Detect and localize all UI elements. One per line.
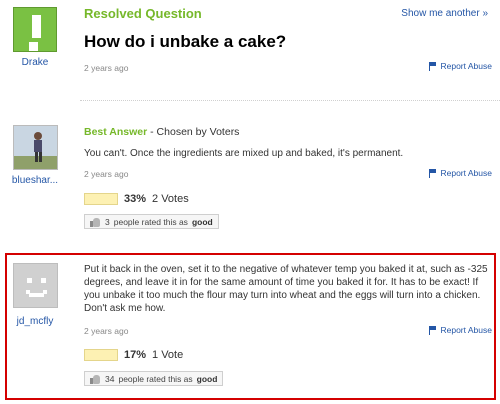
answer-rating[interactable]: 34 people rated this as good	[84, 371, 224, 386]
best-answer-header: Best Answer - Chosen by Voters	[84, 126, 239, 138]
exclamation-icon	[29, 15, 41, 51]
best-answer-label: Best Answer	[84, 126, 148, 138]
answerer-name[interactable]: blueshar...	[2, 175, 68, 186]
vote-percentage-bar	[84, 349, 118, 361]
best-answer-text: You can't. Once the ingredients are mixe…	[84, 148, 404, 159]
chosen-by-label: - Chosen by Voters	[150, 126, 240, 138]
person-photo-icon	[14, 126, 57, 169]
question-time: 2 years ago	[84, 63, 129, 73]
best-answer-rating[interactable]: 3 people rated this as good	[84, 214, 219, 229]
question-report-abuse[interactable]: Report Abuse	[429, 61, 492, 71]
resolved-question-label: Resolved Question	[84, 6, 202, 21]
answer-time: 2 years ago	[84, 326, 129, 336]
asker-name[interactable]: Drake	[2, 57, 68, 68]
vote-count: 2 Votes	[152, 193, 189, 205]
flag-icon	[429, 325, 437, 335]
vote-count: 1 Vote	[152, 349, 184, 361]
answer-votes: 17% 1 Vote	[84, 349, 183, 361]
best-answer-votes: 33% 2 Votes	[84, 193, 189, 205]
report-abuse-label: Report Abuse	[440, 325, 492, 335]
vote-percentage: 17%	[124, 349, 147, 361]
smiley-face-icon	[26, 278, 47, 297]
divider	[80, 100, 500, 101]
flag-icon	[429, 61, 437, 71]
rated-good: good	[191, 216, 213, 227]
report-abuse-label: Report Abuse	[440, 61, 492, 71]
thumbs-up-icon	[90, 217, 101, 227]
report-abuse-label: Report Abuse	[440, 168, 492, 178]
vote-percentage: 33%	[124, 193, 147, 205]
rated-text: people rated this as	[118, 373, 193, 384]
rated-text: people rated this as	[113, 216, 188, 227]
rated-count: 3	[105, 216, 110, 227]
answerer-avatar-photo[interactable]	[13, 125, 58, 170]
answerer-name[interactable]: jd_mcfly	[2, 316, 68, 327]
rated-count: 34	[105, 373, 115, 384]
show-another-link[interactable]: Show me another »	[401, 8, 488, 19]
thumbs-up-icon	[90, 374, 101, 384]
rated-good: good	[196, 373, 218, 384]
flag-icon	[429, 168, 437, 178]
best-answer-report-abuse[interactable]: Report Abuse	[429, 168, 492, 178]
best-answer-time: 2 years ago	[84, 169, 129, 179]
asker-avatar[interactable]	[13, 7, 57, 52]
answer-text: Put it back in the oven, set it to the n…	[84, 264, 488, 314]
answer-report-abuse[interactable]: Report Abuse	[429, 325, 492, 335]
vote-percentage-bar	[84, 193, 118, 205]
default-avatar[interactable]	[13, 263, 58, 308]
question-title: How do i unbake a cake?	[84, 32, 287, 51]
